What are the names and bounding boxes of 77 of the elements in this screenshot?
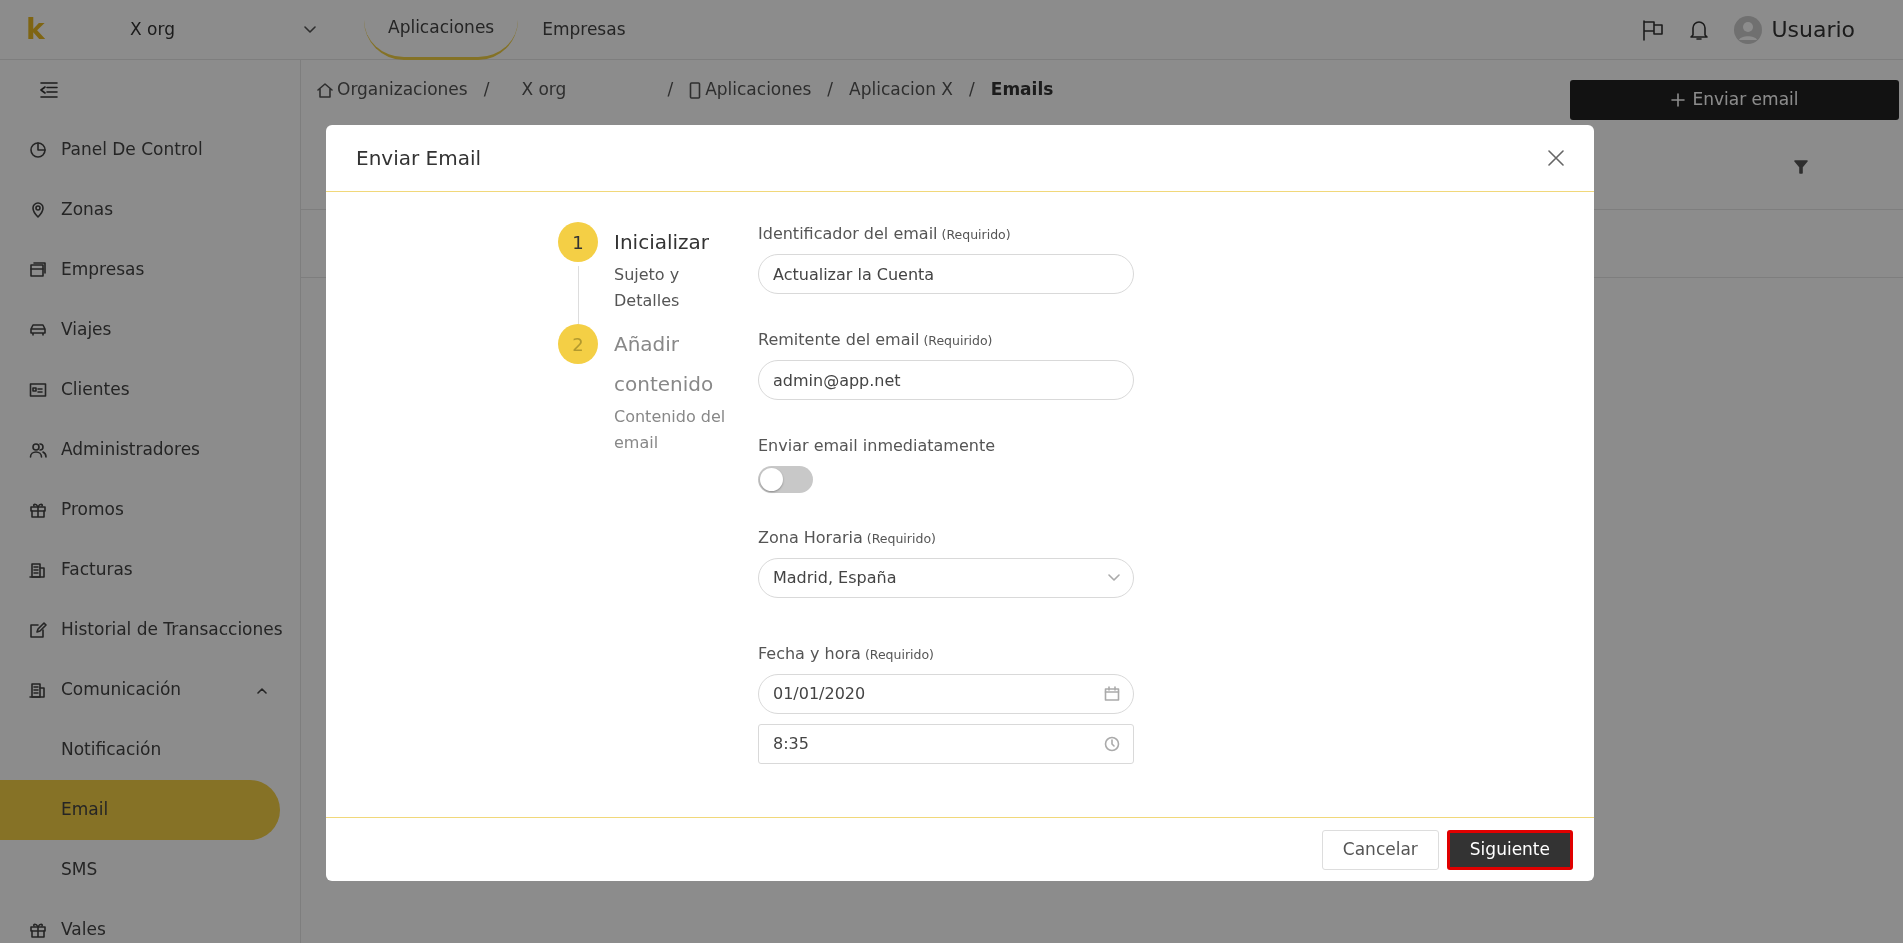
field-label: Identificador del email (758, 223, 938, 245)
send-email-button[interactable]: Enviar email (1570, 80, 1899, 120)
sidebar-item[interactable]: Administradores (0, 420, 300, 480)
logo: k (26, 12, 45, 46)
chevron-down-icon (304, 25, 316, 34)
org-select[interactable]: X org (130, 16, 340, 43)
field-label: Zona Horaria (758, 526, 863, 549)
sidebar-item[interactable]: Clientes (0, 360, 300, 420)
plus-icon (1670, 93, 1685, 107)
sidebar-item[interactable]: Viajes (0, 300, 300, 360)
nav-tab[interactable]: Empresas (518, 0, 650, 60)
sidebar-item[interactable]: Vales (0, 900, 300, 943)
sidebar-item[interactable]: Facturas (0, 540, 300, 600)
phone-icon (689, 81, 702, 99)
required-note: (Requirido) (941, 226, 1011, 244)
sidebar-subitem[interactable]: Email (0, 780, 280, 840)
time-field[interactable]: 8:35 (758, 723, 1134, 764)
cancel-button[interactable]: Cancelar (1321, 829, 1439, 870)
filter-icon (1794, 160, 1808, 174)
sidebar-item[interactable]: Historial de Transacciones (0, 600, 300, 660)
close-button[interactable] (1548, 150, 1564, 166)
sidebar-item[interactable]: Comunicación (0, 660, 300, 720)
step-subtitle: Sujeto y Detalles (614, 264, 681, 312)
breadcrumb-link[interactable]: X org (521, 77, 652, 103)
step-title: Añadir contenido (614, 331, 715, 398)
sidebar-item[interactable]: Panel De Control (0, 120, 300, 180)
sidebar-item[interactable]: Empresas (0, 240, 300, 300)
select-field[interactable]: Madrid, España (758, 557, 1134, 598)
text-field[interactable]: admin@app.net (758, 360, 1134, 400)
step-title: Inicializar (614, 229, 711, 256)
step-number: 2 (558, 324, 598, 364)
modal-title: Enviar Email (356, 145, 482, 172)
chevron-down-icon (1108, 573, 1120, 582)
toggle-switch[interactable] (758, 466, 813, 493)
breadcrumb-link[interactable]: Aplicaciones (689, 77, 812, 103)
breadcrumb-link[interactable]: Organizaciones (317, 77, 468, 103)
flag-icon (1641, 18, 1666, 41)
home-icon (317, 82, 333, 98)
field-label: Enviar email inmediatamente (758, 435, 996, 457)
sidebar-item[interactable]: Zonas (0, 180, 300, 240)
required-note: (Requirido) (866, 529, 936, 548)
user-name: Usuario (1771, 16, 1855, 44)
required-note: (Requirido) (864, 645, 934, 664)
text-field[interactable]: Actualizar la Cuenta (758, 254, 1134, 294)
car-icon (29, 321, 47, 339)
breadcrumb-separator: / (483, 78, 490, 102)
field-label: Fecha y hora (758, 642, 861, 665)
bell-icon (1689, 18, 1710, 41)
breadcrumb-separator: / (827, 78, 834, 102)
sidebar-subitem[interactable]: Notificación (0, 720, 300, 780)
sidebar-item[interactable]: Promos (0, 480, 300, 540)
gift-icon (29, 921, 47, 939)
nav-tab[interactable]: Aplicaciones (364, 0, 519, 60)
date-field[interactable]: 01/01/2020 (758, 673, 1134, 714)
window-icon (29, 261, 47, 279)
users-icon (29, 441, 47, 459)
calendar-icon (1104, 685, 1120, 702)
menu-collapse-icon (40, 82, 58, 98)
breadcrumb-separator: / (667, 78, 674, 102)
building-icon (29, 561, 47, 579)
breadcrumb-separator: / (969, 78, 975, 102)
building-icon (29, 681, 47, 699)
breadcrumb-link[interactable]: Aplicacion X (849, 77, 954, 103)
field-label: Remitente del email (758, 329, 920, 351)
avatar-icon (1733, 14, 1764, 45)
pie-chart-icon (29, 141, 47, 159)
sidebar-subitem[interactable]: SMS (0, 840, 300, 900)
clock-icon (1104, 735, 1120, 752)
gift-icon (29, 501, 47, 519)
edit-icon (29, 621, 47, 639)
id-card-icon (29, 381, 47, 399)
step-subtitle: Contenido del email (614, 406, 727, 454)
step-number: 1 (558, 222, 598, 262)
required-note: (Requirido) (923, 332, 993, 350)
close-icon (1548, 150, 1564, 166)
next-button[interactable]: Siguiente (1446, 829, 1573, 870)
map-pin-icon (29, 201, 47, 219)
